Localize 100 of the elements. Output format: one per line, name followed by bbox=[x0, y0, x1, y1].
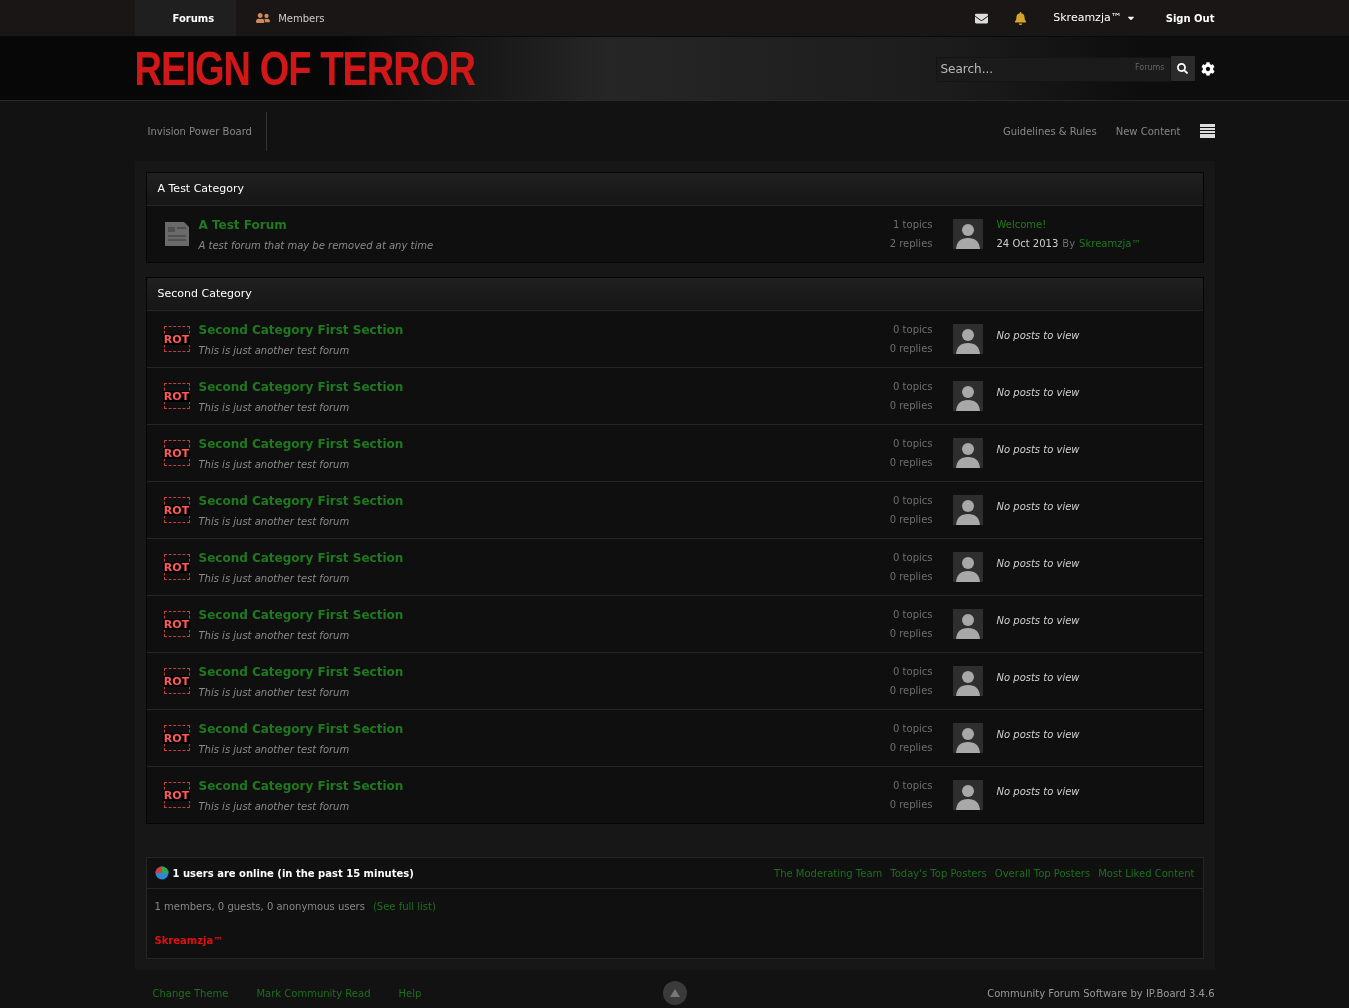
list-view-icon[interactable] bbox=[1199, 124, 1215, 138]
forum-badge-icon: ROT bbox=[163, 668, 190, 694]
footer-link[interactable]: Change Theme bbox=[152, 985, 229, 1001]
forum-badge-icon: ROT bbox=[163, 725, 190, 751]
online-summary: 1 members, 0 guests, 0 anonymous users bbox=[154, 900, 365, 914]
avatar-silhouette-icon bbox=[952, 495, 983, 525]
forum-title-link[interactable]: Second Category First Section bbox=[198, 548, 404, 567]
see-full-list-link[interactable]: (See full list) bbox=[372, 899, 436, 914]
quick-link[interactable]: Guidelines & Rules bbox=[1002, 123, 1097, 139]
footer-link[interactable]: Mark Community Read bbox=[256, 985, 371, 1001]
nav-tab[interactable]: Members bbox=[236, 0, 345, 36]
forum-title-link[interactable]: Second Category First Section bbox=[198, 719, 404, 738]
search-button[interactable] bbox=[1170, 56, 1195, 81]
no-posts-text: No posts to view bbox=[996, 329, 1080, 343]
mail-icon[interactable] bbox=[975, 11, 989, 25]
topics-count: 0 topics bbox=[893, 665, 933, 679]
back-to-top-button[interactable] bbox=[662, 981, 687, 1005]
online-user-link[interactable]: Skreamzja™ bbox=[154, 933, 224, 948]
footer-link[interactable]: Help bbox=[398, 985, 422, 1001]
avatar-silhouette-icon bbox=[952, 609, 983, 639]
avatar-silhouette-icon bbox=[952, 381, 983, 411]
online-link[interactable]: Overall Top Posters bbox=[994, 865, 1091, 881]
forum-badge-icon: ROT bbox=[163, 383, 190, 409]
forum-title-link[interactable]: Second Category First Section bbox=[198, 605, 404, 624]
forum-title-link[interactable]: Second Category First Section bbox=[198, 662, 404, 681]
topics-count: 0 topics bbox=[893, 551, 933, 565]
search-scope: Forums bbox=[1134, 64, 1165, 72]
newspaper-icon bbox=[162, 220, 191, 248]
topics-count: 0 topics bbox=[893, 722, 933, 736]
forum-badge-icon: ROT bbox=[163, 497, 190, 523]
topics-count: 0 topics bbox=[893, 437, 933, 451]
last-post-date: 24 Oct 2013 bbox=[996, 237, 1059, 251]
category-title: Second Category bbox=[157, 285, 252, 302]
replies-count: 0 replies bbox=[889, 570, 933, 584]
site-logo[interactable]: REIGN OF TERROR bbox=[134, 44, 475, 93]
avatar-silhouette-icon bbox=[952, 324, 983, 354]
forum-description: This is just another test forum bbox=[198, 457, 350, 472]
by-label: By bbox=[1062, 237, 1076, 251]
forum-description: This is just another test forum bbox=[198, 571, 350, 586]
online-link[interactable]: Today's Top Posters bbox=[890, 865, 987, 881]
breadcrumb-link[interactable]: Invision Power Board bbox=[134, 111, 267, 151]
no-posts-text: No posts to view bbox=[996, 500, 1080, 514]
replies-count: 0 replies bbox=[889, 513, 933, 527]
replies-count: 0 replies bbox=[889, 399, 933, 413]
forum-description: This is just another test forum bbox=[198, 742, 350, 757]
replies-count: 0 replies bbox=[889, 342, 933, 356]
forum-description: A test forum that may be removed at any time bbox=[198, 238, 434, 253]
forum-title-link[interactable]: Second Category First Section bbox=[198, 776, 404, 795]
sign-out-link[interactable]: Sign Out bbox=[1165, 10, 1215, 26]
forum-badge-icon: ROT bbox=[163, 440, 190, 466]
search-icon bbox=[1177, 63, 1188, 74]
avatar-silhouette-icon bbox=[952, 219, 983, 249]
no-posts-text: No posts to view bbox=[996, 785, 1080, 799]
online-link[interactable]: The Moderating Team bbox=[774, 865, 883, 881]
avatar-silhouette-icon bbox=[952, 552, 983, 582]
forum-description: This is just another test forum bbox=[198, 400, 350, 415]
forum-badge-icon: ROT bbox=[163, 611, 190, 637]
pie-chart-icon bbox=[154, 866, 169, 880]
user-menu-button[interactable]: Skreamzja™ bbox=[1053, 9, 1136, 27]
online-link[interactable]: Most Liked Content bbox=[1098, 865, 1195, 881]
no-posts-text: No posts to view bbox=[996, 728, 1080, 742]
forum-title-link[interactable]: Second Category First Section bbox=[198, 377, 404, 396]
forum-badge-icon: ROT bbox=[163, 326, 190, 352]
no-posts-text: No posts to view bbox=[996, 557, 1080, 571]
forum-badge-icon: ROT bbox=[163, 782, 190, 808]
forum-description: This is just another test forum bbox=[198, 514, 350, 529]
no-posts-text: No posts to view bbox=[996, 614, 1080, 628]
no-posts-text: No posts to view bbox=[996, 443, 1080, 457]
forum-badge-icon: ROT bbox=[163, 554, 190, 580]
up-triangle-icon bbox=[669, 989, 680, 997]
quick-link[interactable]: New Content bbox=[1115, 123, 1181, 139]
replies-count: 0 replies bbox=[889, 684, 933, 698]
topics-count: 0 topics bbox=[893, 779, 933, 793]
forum-description: This is just another test forum bbox=[198, 628, 350, 643]
online-title: 1 users are online (in the past 15 minutes) bbox=[172, 866, 414, 881]
avatar-silhouette-icon bbox=[952, 780, 983, 810]
topics-count: 0 topics bbox=[893, 323, 933, 337]
forum-title-link[interactable]: Second Category First Section bbox=[198, 434, 404, 453]
author-link[interactable]: Skreamzja™ bbox=[1079, 236, 1142, 251]
avatar-silhouette-icon bbox=[952, 723, 983, 753]
nav-tab[interactable]: Forums bbox=[134, 0, 237, 36]
forum-title-link[interactable]: A Test Forum bbox=[198, 215, 287, 234]
forum-description: This is just another test forum bbox=[198, 343, 350, 358]
topics-count: 0 topics bbox=[893, 380, 933, 394]
avatar-silhouette-icon bbox=[952, 666, 983, 696]
replies-count: 0 replies bbox=[889, 741, 933, 755]
topics-count: 0 topics bbox=[893, 494, 933, 508]
forum-title-link[interactable]: Second Category First Section bbox=[198, 491, 404, 510]
notification-bell-icon[interactable] bbox=[1014, 11, 1028, 25]
forum-description: This is just another test forum bbox=[198, 799, 350, 814]
last-post-link[interactable]: Welcome! bbox=[996, 217, 1047, 232]
replies-count: 0 replies bbox=[889, 798, 933, 812]
topics-count: 0 topics bbox=[893, 608, 933, 622]
replies-count: 0 replies bbox=[889, 456, 933, 470]
category-title: A Test Category bbox=[157, 180, 244, 197]
replies-count: 0 replies bbox=[889, 627, 933, 641]
forum-title-link[interactable]: Second Category First Section bbox=[198, 320, 404, 339]
footer-credit: Community Forum Software by IP.Board 3.4.6 bbox=[987, 986, 1215, 1001]
forum-description: This is just another test forum bbox=[198, 685, 350, 700]
settings-icon[interactable] bbox=[1200, 61, 1215, 76]
